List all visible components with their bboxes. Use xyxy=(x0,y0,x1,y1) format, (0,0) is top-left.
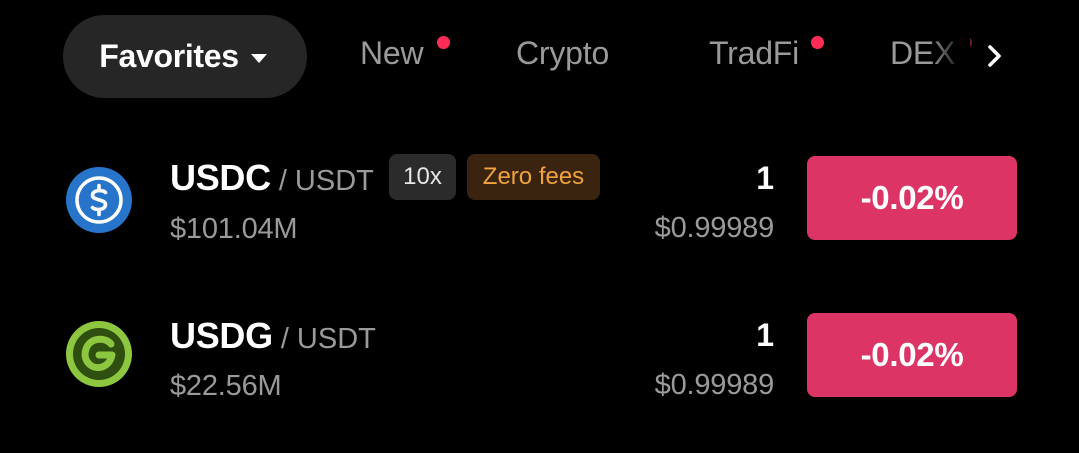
pair-name: USDC / USDT xyxy=(170,157,374,199)
market-row-usdg[interactable]: USDG / USDT $22.56M 1 $0.99989 -0.02% xyxy=(0,297,1079,427)
change-button[interactable]: -0.02% xyxy=(807,156,1017,240)
tab-tradfi-label: TradFi xyxy=(709,35,800,71)
leverage-badge: 10x xyxy=(389,154,456,200)
volume-24h: $101.04M xyxy=(170,213,298,245)
base-symbol: USDC xyxy=(170,157,271,198)
tab-crypto-label: Crypto xyxy=(516,35,610,71)
tradfi-notification-dot xyxy=(811,36,824,49)
change-button[interactable]: -0.02% xyxy=(807,313,1017,397)
tab-crypto[interactable]: Crypto xyxy=(516,35,609,72)
usdc-coin-icon xyxy=(66,167,132,233)
tab-tradfi[interactable]: TradFi xyxy=(709,35,799,72)
zero-fees-badge: Zero fees xyxy=(467,154,600,200)
last-price: 1 xyxy=(756,317,774,353)
quote-symbol: / USDT xyxy=(280,323,376,355)
price-usd: $0.99989 xyxy=(654,212,775,244)
caret-down-icon xyxy=(250,53,267,63)
tab-favorites[interactable]: Favorites xyxy=(63,15,307,98)
market-tabs: Favorites New Crypto TradFi DEX xyxy=(0,0,1079,115)
tab-favorites-label: Favorites xyxy=(99,38,239,74)
new-notification-dot xyxy=(437,36,450,49)
tabs-scroll-fade xyxy=(930,20,970,100)
usdg-coin-icon xyxy=(66,321,132,387)
chevron-right-icon[interactable] xyxy=(981,41,1009,71)
pair-name: USDG / USDT xyxy=(170,315,376,357)
tab-new[interactable]: New xyxy=(360,35,424,72)
last-price: 1 xyxy=(756,160,774,196)
market-row-usdc[interactable]: USDC / USDT 10x Zero fees $101.04M 1 $0.… xyxy=(0,140,1079,270)
volume-24h: $22.56M xyxy=(170,370,282,402)
base-symbol: USDG xyxy=(170,315,273,356)
quote-symbol: / USDT xyxy=(278,165,374,197)
tab-new-label: New xyxy=(360,35,424,71)
price-usd: $0.99989 xyxy=(654,369,775,401)
